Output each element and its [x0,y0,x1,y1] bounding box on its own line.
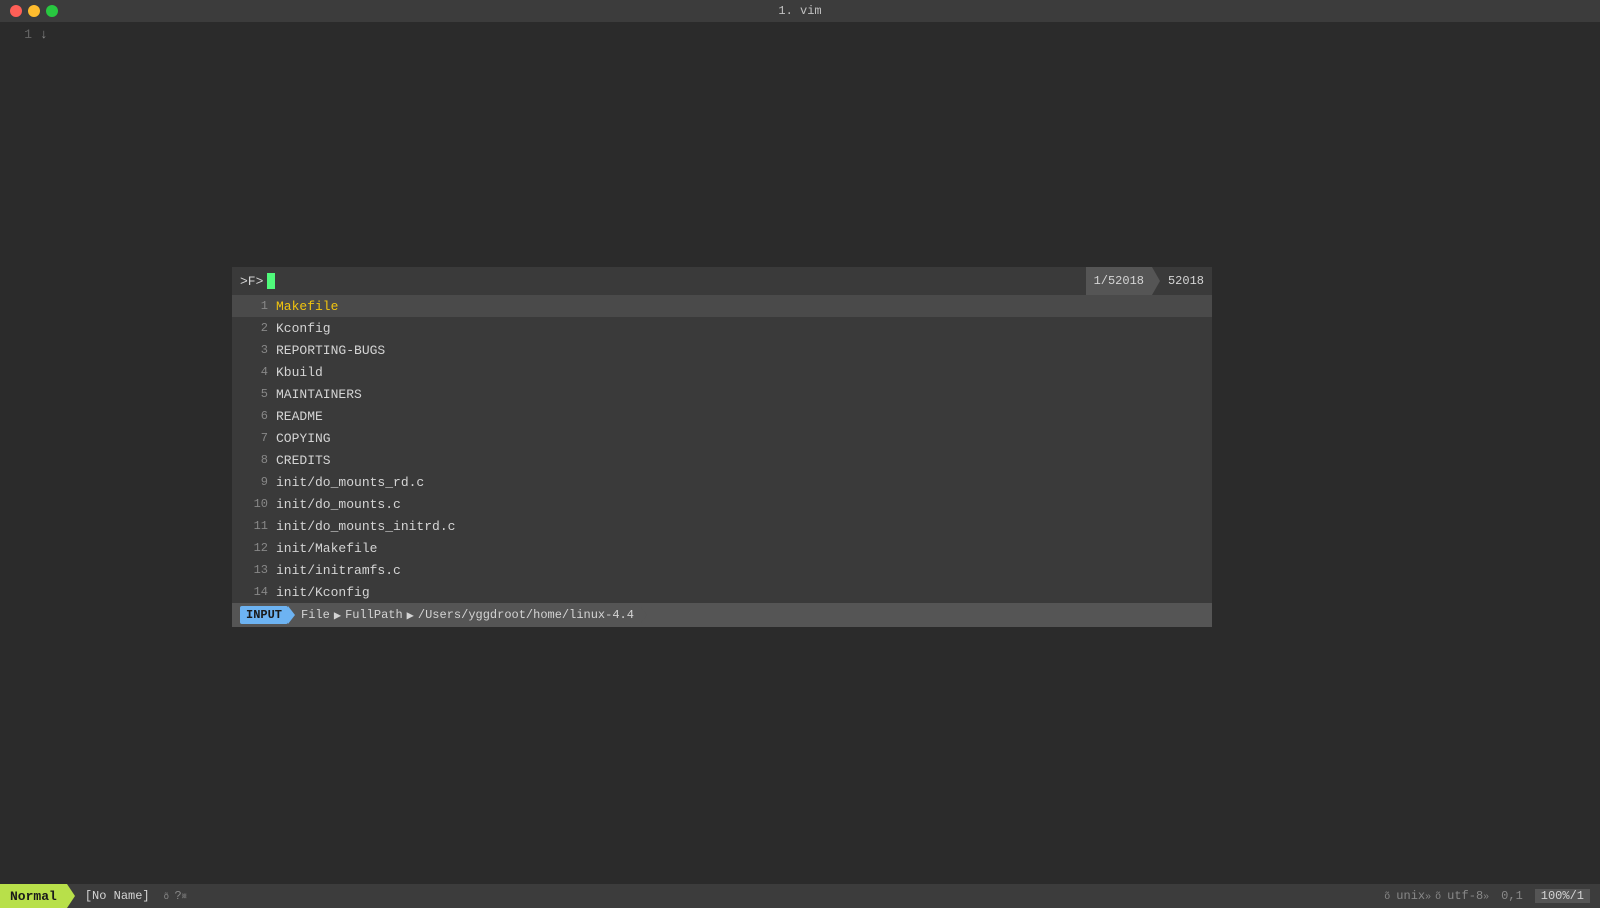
fzf-item-number: 3 [240,343,276,357]
fzf-counter-arrow [1152,267,1160,295]
fzf-status-breadcrumb: File ▶ FullPath ▶ /Users/yggdroot/home/l… [295,608,640,623]
editor-area: 1 ↓ >F> 1/52018 52018 1Makefile2Kconfig3… [0,22,1600,884]
cursor-arrow: ↓ [40,27,48,42]
fzf-item-number: 4 [240,365,276,379]
fzf-list-item[interactable]: 10init/do_mounts.c [232,493,1212,515]
fzf-list-item[interactable]: 14init/Kconfig [232,581,1212,603]
fzf-status-mode: INPUT [240,606,288,624]
status-encoding-unix: õ unix» [1384,889,1431,903]
fzf-item-name: init/Kconfig [276,585,370,600]
fzf-list-item[interactable]: 3REPORTING-BUGS [232,339,1212,361]
fzf-item-name: init/Makefile [276,541,377,556]
close-button[interactable] [10,5,22,17]
gutter-top: 1 ↓ [0,22,1600,62]
fzf-list-item[interactable]: 7COPYING [232,427,1212,449]
fzf-list-item[interactable]: 5MAINTAINERS [232,383,1212,405]
fzf-panel: >F> 1/52018 52018 1Makefile2Kconfig3REPO… [232,267,1212,627]
status-filename: [No Name] [75,889,160,903]
fzf-item-name: Kbuild [276,365,323,380]
fzf-item-number: 12 [240,541,276,555]
fzf-item-number: 5 [240,387,276,401]
fzf-list-item[interactable]: 6README [232,405,1212,427]
fzf-item-number: 11 [240,519,276,533]
status-scroll-percent: 100%/1 [1535,889,1590,903]
status-cursor-position: 0,1 [1493,889,1531,903]
fzf-item-number: 1 [240,299,276,313]
minimize-button[interactable] [28,5,40,17]
status-right: õ unix» õ utf-8» 0,1 100%/1 [1384,889,1600,903]
fzf-item-number: 8 [240,453,276,467]
fzf-list-item[interactable]: 4Kbuild [232,361,1212,383]
fzf-item-name: Makefile [276,299,338,314]
status-mode-arrow [67,884,75,908]
window-title: 1. vim [778,4,821,18]
fzf-counter-area: 1/52018 52018 [1086,267,1212,295]
window-controls [10,5,58,17]
fzf-item-number: 6 [240,409,276,423]
fzf-separator1: ▶ [334,608,341,623]
fzf-status-arrow1 [288,606,295,624]
fzf-item-number: 10 [240,497,276,511]
fzf-item-name: README [276,409,323,424]
fzf-status-path-end [640,606,647,624]
line-number-1: 1 [0,27,40,42]
fzf-item-number: 9 [240,475,276,489]
fzf-list-item[interactable]: 8CREDITS [232,449,1212,471]
fzf-item-number: 2 [240,321,276,335]
fzf-item-number: 13 [240,563,276,577]
fzf-separator2: ▶ [407,608,414,623]
fzf-input-row[interactable]: >F> 1/52018 52018 [232,267,1212,295]
fzf-item-number: 7 [240,431,276,445]
fzf-list-item[interactable]: 9init/do_mounts_rd.c [232,471,1212,493]
fzf-item-number: 14 [240,585,276,599]
fzf-list-item[interactable]: 12init/Makefile [232,537,1212,559]
titlebar: 1. vim [0,0,1600,22]
fzf-list-item[interactable]: 11init/do_mounts_initrd.c [232,515,1212,537]
status-flags: õ ?␧ [160,889,191,903]
fzf-list-item[interactable]: 13init/initramfs.c [232,559,1212,581]
fzf-statusbar: INPUT File ▶ FullPath ▶ /Users/yggdroot/… [232,603,1212,627]
fzf-breadcrumb1: File [301,608,330,622]
fzf-file-list: 1Makefile2Kconfig3REPORTING-BUGS4Kbuild5… [232,295,1212,603]
fzf-list-item[interactable]: 1Makefile [232,295,1212,317]
fzf-counter-current: 1/52018 [1086,267,1152,295]
fzf-item-name: init/initramfs.c [276,563,401,578]
fzf-item-name: COPYING [276,431,331,446]
fzf-item-name: init/do_mounts.c [276,497,401,512]
fzf-breadcrumb2: FullPath [345,608,403,622]
fzf-text-cursor [267,273,275,289]
vim-mode: Normal [0,884,67,908]
fzf-item-name: Kconfig [276,321,331,336]
fzf-counter-total: 52018 [1160,267,1212,295]
status-encoding-utf8: õ utf-8» [1435,889,1489,903]
fzf-item-name: init/do_mounts_rd.c [276,475,424,490]
fzf-item-name: init/do_mounts_initrd.c [276,519,455,534]
fzf-item-name: REPORTING-BUGS [276,343,385,358]
fzf-status-path: /Users/yggdroot/home/linux-4.4 [418,608,634,622]
statusbar: Normal [No Name] õ ?␧ õ unix» õ utf-8» 0… [0,884,1600,908]
fzf-item-name: CREDITS [276,453,331,468]
fzf-prompt: >F> [240,274,263,289]
fzf-list-item[interactable]: 2Kconfig [232,317,1212,339]
fzf-item-name: MAINTAINERS [276,387,362,402]
maximize-button[interactable] [46,5,58,17]
